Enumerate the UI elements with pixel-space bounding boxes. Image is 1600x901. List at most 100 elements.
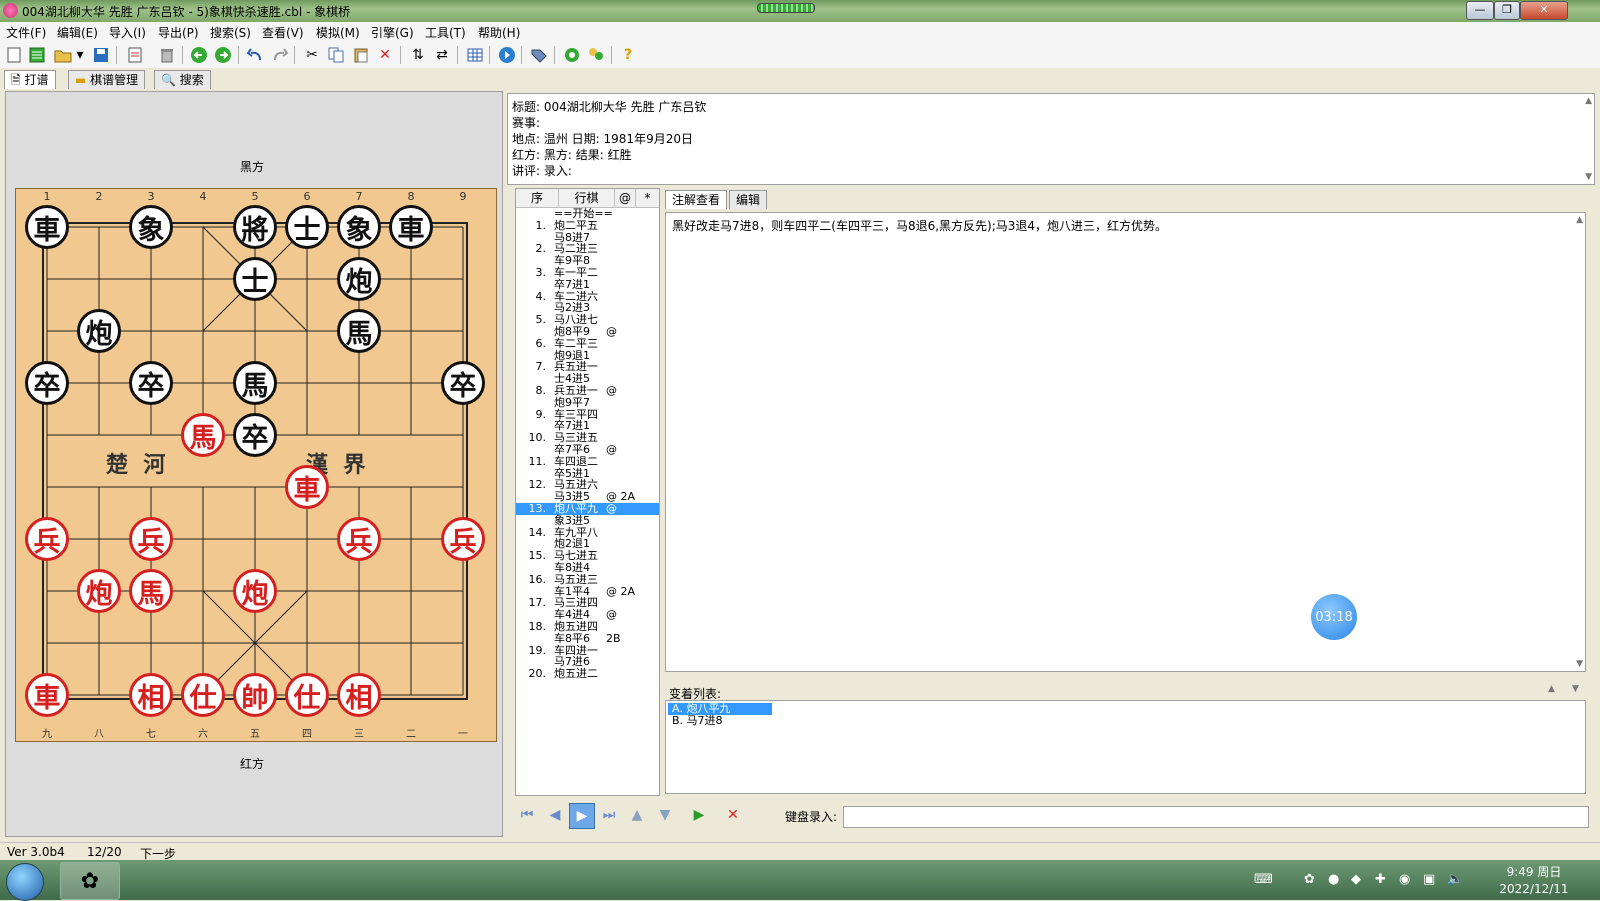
close-button[interactable]: ✕ <box>1520 1 1568 20</box>
back-arrow-icon[interactable] <box>189 45 209 65</box>
volume-tray-icon[interactable]: 🔈 <box>1447 872 1463 887</box>
black-piece[interactable]: 象 <box>337 205 381 249</box>
last-move-icon[interactable]: ⏭ <box>597 803 621 827</box>
stop-icon[interactable]: ✕ <box>721 803 745 827</box>
red-piece[interactable]: 帥 <box>233 673 277 717</box>
maximize-button[interactable]: ❐ <box>1494 1 1520 20</box>
tab-search[interactable]: 🔍 搜索 <box>154 70 211 89</box>
menu-edit[interactable]: 编辑(E) <box>57 24 98 41</box>
red-piece[interactable]: 相 <box>129 673 173 717</box>
keyboard-input-field[interactable] <box>843 806 1589 828</box>
move-header-mark[interactable]: * <box>636 189 659 208</box>
move-row[interactable]: 11. 车四退二 <box>516 455 659 468</box>
black-piece[interactable]: 士 <box>285 205 329 249</box>
variation-list[interactable]: A. 炮八平九 B. 马7进8 <box>665 700 1586 794</box>
move-header-comment[interactable]: @ <box>615 189 636 208</box>
k-tray-icon[interactable]: ● <box>1328 872 1339 887</box>
people-icon[interactable] <box>586 45 606 65</box>
tab-library[interactable]: ▬ 棋谱管理 <box>68 70 146 89</box>
start-button-icon[interactable] <box>6 863 44 901</box>
list-icon[interactable] <box>27 45 47 65</box>
auto-play-icon[interactable]: ▶ <box>687 803 711 827</box>
red-piece[interactable]: 車 <box>285 465 329 509</box>
prev-move-icon[interactable]: ◀ <box>543 803 567 827</box>
black-piece[interactable]: 卒 <box>129 361 173 405</box>
red-piece[interactable]: 炮 <box>77 569 121 613</box>
help-icon[interactable]: ? <box>618 45 638 65</box>
first-move-icon[interactable]: ⏮ <box>515 803 539 827</box>
xiangqi-board[interactable]: 123456789九八七六五四三二一楚 河漢 界車象將士象車士炮炮馬卒卒馬卒馬卒… <box>15 188 497 742</box>
new-file-icon[interactable] <box>4 45 24 65</box>
trash-icon[interactable] <box>157 45 177 65</box>
menu-tools[interactable]: 工具(T) <box>425 24 466 41</box>
redo-icon[interactable] <box>270 45 290 65</box>
copy-icon[interactable] <box>326 45 346 65</box>
red-piece[interactable]: 兵 <box>337 517 381 561</box>
down-variation-icon[interactable]: ▼ <box>653 803 677 827</box>
flip-vertical-icon[interactable]: ⇅ <box>408 45 428 65</box>
black-piece[interactable]: 炮 <box>77 309 121 353</box>
red-piece[interactable]: 馬 <box>181 413 225 457</box>
black-piece[interactable]: 卒 <box>233 413 277 457</box>
menu-engine[interactable]: 引擎(G) <box>371 24 414 41</box>
tab-play[interactable]: 🗎 打谱 <box>4 70 56 89</box>
black-piece[interactable]: 炮 <box>337 257 381 301</box>
red-piece[interactable]: 仕 <box>181 673 225 717</box>
menu-file[interactable]: 文件(F) <box>6 24 46 41</box>
variation-up-icon[interactable]: ▲ <box>1548 684 1555 694</box>
app-tray-icon[interactable]: ◉ <box>1399 872 1410 887</box>
black-piece[interactable]: 馬 <box>337 309 381 353</box>
black-piece[interactable]: 卒 <box>25 361 69 405</box>
system-clock[interactable]: 9:49 周日 2022/12/11 <box>1494 864 1574 898</box>
move-header-number[interactable]: 序 <box>516 189 559 208</box>
menu-export[interactable]: 导出(P) <box>158 24 199 41</box>
scroll-down-icon[interactable]: ▼ <box>1585 172 1592 182</box>
dropdown-arrow-icon[interactable]: ▾ <box>74 45 86 65</box>
flower-tray-icon[interactable]: ✿ <box>1304 872 1315 887</box>
black-piece[interactable]: 士 <box>233 257 277 301</box>
black-piece[interactable]: 車 <box>389 205 433 249</box>
timer-badge[interactable]: 03:18 <box>1311 594 1357 640</box>
menu-search[interactable]: 搜索(S) <box>210 24 251 41</box>
move-row[interactable]: 20. 炮五进二 <box>516 668 659 680</box>
move-row[interactable]: 16. 马五进三 <box>516 573 659 586</box>
board-grid-icon[interactable] <box>465 45 485 65</box>
comment-box[interactable]: 黑好改走马7进8，则车四平二(车四平三，马8退6,黑方反先);马3退4，炮八进三… <box>665 212 1586 672</box>
red-piece[interactable]: 仕 <box>285 673 329 717</box>
red-piece[interactable]: 炮 <box>233 569 277 613</box>
black-piece[interactable]: 卒 <box>441 361 485 405</box>
move-row[interactable]: 1. 炮二平五 <box>516 219 659 232</box>
delete-icon[interactable]: ✕ <box>375 45 395 65</box>
open-folder-icon[interactable] <box>53 45 73 65</box>
menu-help[interactable]: 帮助(H) <box>478 24 520 41</box>
variation-item[interactable]: B. 马7进8 <box>668 715 772 727</box>
black-piece[interactable]: 象 <box>129 205 173 249</box>
shield-tray-icon[interactable]: ◆ <box>1351 872 1361 887</box>
taskbar-app-icon[interactable]: ✿ <box>60 862 120 900</box>
move-header-move[interactable]: 行棋 <box>559 189 615 208</box>
black-piece[interactable]: 將 <box>233 205 277 249</box>
menu-import[interactable]: 导入(I) <box>109 24 146 41</box>
tab-edit-comment[interactable]: 编辑 <box>729 190 768 209</box>
red-piece[interactable]: 兵 <box>25 517 69 561</box>
minimize-button[interactable]: — <box>1466 1 1494 20</box>
tab-view-comment[interactable]: 注解查看 <box>665 190 728 209</box>
save-icon[interactable] <box>91 45 111 65</box>
menu-simulate[interactable]: 模拟(M) <box>316 24 360 41</box>
undo-icon[interactable] <box>245 45 265 65</box>
forward-arrow-icon[interactable] <box>213 45 233 65</box>
black-piece[interactable]: 馬 <box>233 361 277 405</box>
move-row[interactable]: 卒7进1 <box>516 278 659 291</box>
network-icon[interactable] <box>562 45 582 65</box>
red-piece[interactable]: 車 <box>25 673 69 717</box>
plus-tray-icon[interactable]: ✚ <box>1375 872 1386 887</box>
scroll-up-icon[interactable]: ▲ <box>1585 96 1592 106</box>
up-variation-icon[interactable]: ▲ <box>625 803 649 827</box>
flip-horizontal-icon[interactable]: ⇄ <box>432 45 452 65</box>
scroll-down-icon[interactable]: ▼ <box>1576 659 1583 669</box>
red-piece[interactable]: 兵 <box>441 517 485 561</box>
move-row[interactable]: 象3进5 <box>516 514 659 527</box>
red-piece[interactable]: 兵 <box>129 517 173 561</box>
paste-icon[interactable] <box>351 45 371 65</box>
move-row[interactable]: 6. 车二平三 <box>516 337 659 350</box>
